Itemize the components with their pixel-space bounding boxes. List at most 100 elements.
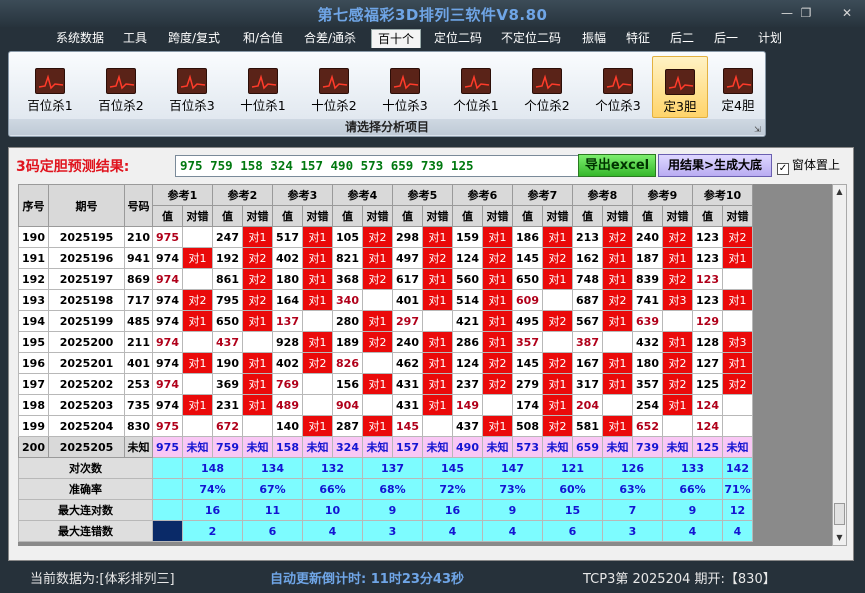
menu-last-one[interactable]: 后一 bbox=[708, 29, 744, 48]
ref-value: 164 bbox=[272, 289, 303, 311]
ribbon-tool-9[interactable]: 个位杀3 bbox=[587, 56, 649, 118]
menu-position-two[interactable]: 定位二码 bbox=[429, 29, 487, 48]
ribbon-tool-5[interactable]: 十位杀2 bbox=[303, 56, 365, 118]
checkbox-icon[interactable]: ✓ bbox=[777, 163, 789, 175]
export-excel-button[interactable]: 导出excel bbox=[578, 154, 656, 177]
stats-value: 60% bbox=[542, 478, 603, 500]
ref-hit: 对1 bbox=[182, 247, 213, 269]
stats-value: 4 bbox=[422, 520, 483, 542]
ref-hit: 对1 bbox=[422, 373, 453, 395]
menu-features[interactable]: 特征 bbox=[620, 29, 656, 48]
ref-value: 186 bbox=[512, 226, 543, 248]
vertical-scrollbar[interactable]: ▲ ▼ bbox=[832, 184, 847, 546]
stats-value: 66% bbox=[302, 478, 363, 500]
generate-base-button[interactable]: 用结果>生成大底 bbox=[658, 154, 772, 177]
menu-last-two[interactable]: 后二 bbox=[664, 29, 700, 48]
ref-value: 489 bbox=[272, 394, 303, 416]
stats-value: 15 bbox=[542, 499, 603, 521]
ref-hit: 对1 bbox=[482, 310, 513, 332]
ref-value: 839 bbox=[632, 268, 663, 290]
stats-value: 137 bbox=[362, 457, 423, 479]
close-icon[interactable]: ✕ bbox=[838, 5, 856, 21]
window-ontop-checkbox[interactable]: ✓ 窗体置上 bbox=[777, 156, 840, 175]
pred-status: 未知 bbox=[422, 436, 453, 458]
pred-value: 975 bbox=[152, 436, 183, 458]
ribbon-tool-7[interactable]: 个位杀1 bbox=[445, 56, 507, 118]
ribbon-tool-11[interactable]: 定4胆 bbox=[710, 56, 766, 118]
ribbon-tool-6[interactable]: 十位杀3 bbox=[374, 56, 436, 118]
ref-hit: 对1 bbox=[422, 289, 453, 311]
ref-hit bbox=[722, 268, 753, 290]
stats-value: 11 bbox=[242, 499, 303, 521]
ref-header: 参考7 bbox=[512, 184, 573, 206]
ref-value: 517 bbox=[272, 226, 303, 248]
chart-icon bbox=[532, 68, 562, 94]
ref-value: 192 bbox=[212, 247, 243, 269]
ribbon-tool-10[interactable]: 定3胆 bbox=[652, 56, 708, 118]
scroll-up-icon[interactable]: ▲ bbox=[833, 185, 846, 199]
table-row: 198 2025203 735 974 对1 231 对1 489 904 431 对1 149 174… bbox=[18, 394, 753, 416]
ref-value: 180 bbox=[632, 352, 663, 374]
ref-hit bbox=[482, 394, 513, 416]
ref-value: 904 bbox=[332, 394, 363, 416]
chart-icon bbox=[35, 68, 65, 94]
tab-hundreds-tens-units[interactable]: 百十个 bbox=[371, 29, 421, 48]
menu-span[interactable]: 跨度/复式 bbox=[161, 29, 227, 48]
scroll-down-icon[interactable]: ▼ bbox=[833, 531, 846, 545]
pred-status: 未知 bbox=[542, 436, 573, 458]
result-field[interactable]: 975 759 158 324 157 490 573 659 739 125 bbox=[175, 155, 579, 177]
ref-value: 652 bbox=[632, 415, 663, 437]
menu-sum[interactable]: 和/合值 bbox=[236, 29, 290, 48]
ref-hit: 对2 bbox=[482, 352, 513, 374]
stats-value: 142 bbox=[722, 457, 753, 479]
pred-value: 739 bbox=[632, 436, 663, 458]
ref-value: 123 bbox=[692, 268, 723, 290]
menu-plan[interactable]: 计划 bbox=[752, 29, 788, 48]
ref-hit: 对1 bbox=[482, 289, 513, 311]
ref-value: 560 bbox=[452, 268, 483, 290]
ref-hit bbox=[722, 310, 753, 332]
ref-value: 149 bbox=[452, 394, 483, 416]
ref-value: 497 bbox=[392, 247, 423, 269]
ref-hit: 对2 bbox=[542, 310, 573, 332]
ref-value: 609 bbox=[512, 289, 543, 311]
ref-value: 402 bbox=[272, 352, 303, 374]
ref-value: 432 bbox=[632, 331, 663, 353]
ref-value: 174 bbox=[512, 394, 543, 416]
ribbon-tool-2[interactable]: 百位杀2 bbox=[90, 56, 152, 118]
menu-diff[interactable]: 合差/通杀 bbox=[298, 29, 362, 48]
ref-hit: 对1 bbox=[362, 310, 393, 332]
ref-hit: 对2 bbox=[542, 352, 573, 374]
ref-hit: 对2 bbox=[662, 268, 693, 290]
stats-value: 4 bbox=[722, 520, 753, 542]
menu-bar: 系统数据 工具 跨度/复式 和/合值 合差/通杀 百十个 定位二码 不定位二码 … bbox=[0, 27, 865, 49]
menu-tools[interactable]: 工具 bbox=[117, 29, 153, 48]
stats-value: 121 bbox=[542, 457, 603, 479]
maximize-icon[interactable]: ❐ bbox=[797, 5, 815, 21]
ribbon-tool-3[interactable]: 百位杀3 bbox=[161, 56, 223, 118]
dialog-launcher-icon[interactable]: ⇲ bbox=[754, 125, 763, 134]
pred-value: 157 bbox=[392, 436, 423, 458]
ribbon-tool-4[interactable]: 十位杀1 bbox=[232, 56, 294, 118]
ref-hit: 对1 bbox=[542, 373, 573, 395]
stats-value: 73% bbox=[482, 478, 543, 500]
menu-system-data[interactable]: 系统数据 bbox=[49, 29, 111, 48]
ref-hit: 对1 bbox=[182, 352, 213, 374]
ref-value: 421 bbox=[452, 310, 483, 332]
ribbon-tool-1[interactable]: 百位杀1 bbox=[19, 56, 81, 118]
scroll-thumb[interactable] bbox=[834, 503, 845, 525]
menu-amplitude[interactable]: 振幅 bbox=[576, 29, 612, 48]
ref-hit bbox=[602, 394, 633, 416]
minimize-icon[interactable]: — bbox=[778, 5, 796, 21]
value-subheader: 值 bbox=[572, 205, 603, 227]
ref-hit: 对1 bbox=[242, 226, 273, 248]
stats-value: 3 bbox=[362, 520, 423, 542]
menu-nonposition-two[interactable]: 不定位二码 bbox=[496, 29, 566, 48]
ref-value: 974 bbox=[152, 247, 183, 269]
ref-hit: 对1 bbox=[422, 331, 453, 353]
pred-status: 未知 bbox=[602, 436, 633, 458]
ribbon-tool-8[interactable]: 个位杀2 bbox=[516, 56, 578, 118]
ref-value: 167 bbox=[572, 352, 603, 374]
ref-hit: 对2 bbox=[422, 247, 453, 269]
chart-icon bbox=[390, 68, 420, 94]
